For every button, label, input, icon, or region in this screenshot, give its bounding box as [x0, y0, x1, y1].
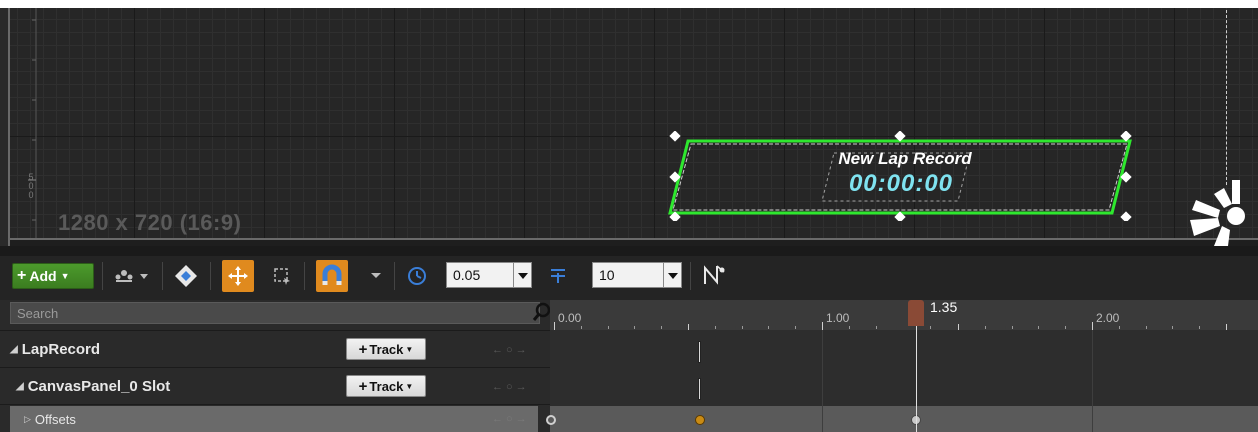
vertical-ruler: [28, 8, 37, 238]
track-row-label: CanvasPanel_0 Slot: [27, 377, 171, 395]
collapsed-triangle-icon[interactable]: ▷: [24, 414, 31, 425]
playhead-handle[interactable]: [908, 300, 924, 326]
playhead-line: [916, 326, 917, 432]
time-tick-label: 2.00: [1096, 311, 1120, 325]
major-tick: [822, 322, 823, 330]
track-row-laprecord[interactable]: ◢ LapRecord: [10, 331, 538, 367]
snap-toggle-button[interactable]: [316, 260, 348, 292]
major-tick: [1092, 322, 1093, 330]
minor-tick: [608, 326, 609, 329]
toolbar-top-border: [0, 246, 1258, 256]
chevron-down-icon: ▼: [60, 271, 70, 281]
minor-tick: [581, 326, 582, 329]
marquee-tool-icon[interactable]: [272, 266, 292, 286]
track-row-label: Offsets: [34, 411, 76, 427]
section-keyframe-marker[interactable]: [698, 341, 701, 363]
toolbar-separator: [162, 262, 163, 290]
curve-editor-icon[interactable]: [700, 262, 730, 288]
timeline-gridline: [1092, 330, 1093, 432]
widget-title-text: New Lap Record: [838, 149, 972, 168]
minor-tick: [661, 326, 662, 329]
designer-viewport[interactable]: 5 0 0 1280 x 720 (16:9) New Lap Record 0…: [0, 0, 1258, 246]
half-tick: [688, 324, 689, 330]
minor-tick: [1199, 326, 1200, 329]
keyframe-navigation[interactable]: ←○→: [492, 413, 530, 425]
section-keyframe-marker[interactable]: [698, 378, 701, 400]
anchor-medallion-icon[interactable]: [1184, 180, 1258, 246]
toolbar-separator: [102, 262, 103, 290]
toolbar-separator: [210, 262, 211, 290]
keyframe-dot[interactable]: [546, 415, 556, 425]
plus-icon: +: [17, 267, 27, 284]
current-time-label: 1.35: [930, 299, 958, 315]
major-tick: [554, 322, 555, 330]
toolbar-separator: [394, 262, 395, 290]
time-snap-interval-field[interactable]: 0.05: [446, 262, 514, 288]
add-track-dropdown-button[interactable]: + Track ▼: [346, 338, 426, 360]
widget-time-text: 00:00:00: [848, 170, 954, 197]
track-row-canvaspanel-slot[interactable]: ◢ CanvasPanel_0 Slot: [10, 368, 544, 404]
value-snap-interval-field[interactable]: 10: [592, 262, 664, 288]
minor-tick: [1038, 326, 1039, 329]
ruler-label: 5 0 0: [28, 172, 34, 200]
track-row-offsets[interactable]: ▷ Offsets: [10, 406, 552, 432]
expand-triangle-icon[interactable]: ◢: [10, 344, 18, 355]
chevron-down-icon: ▼: [405, 344, 414, 354]
snap-options-chevron-icon[interactable]: [370, 270, 382, 280]
half-tick: [1226, 324, 1227, 330]
minor-tick: [768, 326, 769, 329]
viewport-left-bar: [0, 8, 8, 246]
search-icon[interactable]: [532, 301, 552, 323]
keyframe-dot[interactable]: [695, 415, 705, 425]
minor-tick: [930, 326, 931, 329]
value-snap-dropdown[interactable]: [664, 262, 682, 288]
viewport-top-strip: [0, 0, 1258, 8]
expand-triangle-icon[interactable]: ◢: [16, 381, 24, 392]
minor-tick: [1119, 326, 1120, 329]
time-ruler[interactable]: [550, 300, 1258, 330]
minor-tick: [715, 326, 716, 329]
time-snap-dropdown[interactable]: [514, 262, 532, 288]
minor-tick: [985, 326, 986, 329]
track-row-label: LapRecord: [21, 340, 101, 358]
add-button-label: Add: [29, 268, 57, 284]
minor-tick: [1065, 326, 1066, 329]
resolution-label: 1280 x 720 (16:9): [58, 210, 242, 235]
plus-icon: +: [358, 340, 368, 358]
snap-value-icon: [551, 269, 565, 283]
timeline-gridline: [822, 330, 823, 432]
toolbar-separator: [690, 262, 691, 290]
track-button-label: Track: [369, 378, 404, 394]
search-input[interactable]: Search: [10, 302, 540, 324]
viewport-bottom-edge: [8, 238, 1258, 240]
minor-tick: [849, 326, 850, 329]
toolbar-separator: [304, 262, 305, 290]
keyframe-navigation[interactable]: ←○→: [492, 344, 530, 356]
plus-icon: +: [358, 377, 368, 395]
viewport-left-edge: [8, 8, 10, 246]
minor-tick: [1146, 326, 1147, 329]
offsets-track-lane: [550, 406, 1258, 432]
minor-tick: [876, 326, 877, 329]
add-track-button[interactable]: + Add ▼: [12, 263, 94, 289]
chevron-down-icon: ▼: [405, 381, 414, 391]
minor-tick: [742, 326, 743, 329]
minor-tick: [1172, 326, 1173, 329]
track-button-label: Track: [369, 341, 404, 357]
visibility-dropdown-icon[interactable]: [110, 265, 154, 287]
key-icon[interactable]: [174, 264, 198, 288]
minor-tick: [1012, 326, 1013, 329]
safe-zone-guide: [1226, 10, 1227, 185]
keyframe-navigation[interactable]: ←○→: [492, 381, 530, 393]
add-track-dropdown-button[interactable]: + Track ▼: [346, 375, 426, 397]
clock-icon: [408, 267, 426, 285]
time-tick-label: 1.00: [826, 311, 850, 325]
minor-tick: [795, 326, 796, 329]
time-tick-label: 0.00: [558, 311, 582, 325]
snap-magnet-icon: [322, 264, 342, 285]
move-tool-button[interactable]: [222, 260, 254, 292]
minor-tick: [634, 326, 635, 329]
half-tick: [958, 324, 959, 330]
move-tool-icon: [228, 266, 248, 286]
